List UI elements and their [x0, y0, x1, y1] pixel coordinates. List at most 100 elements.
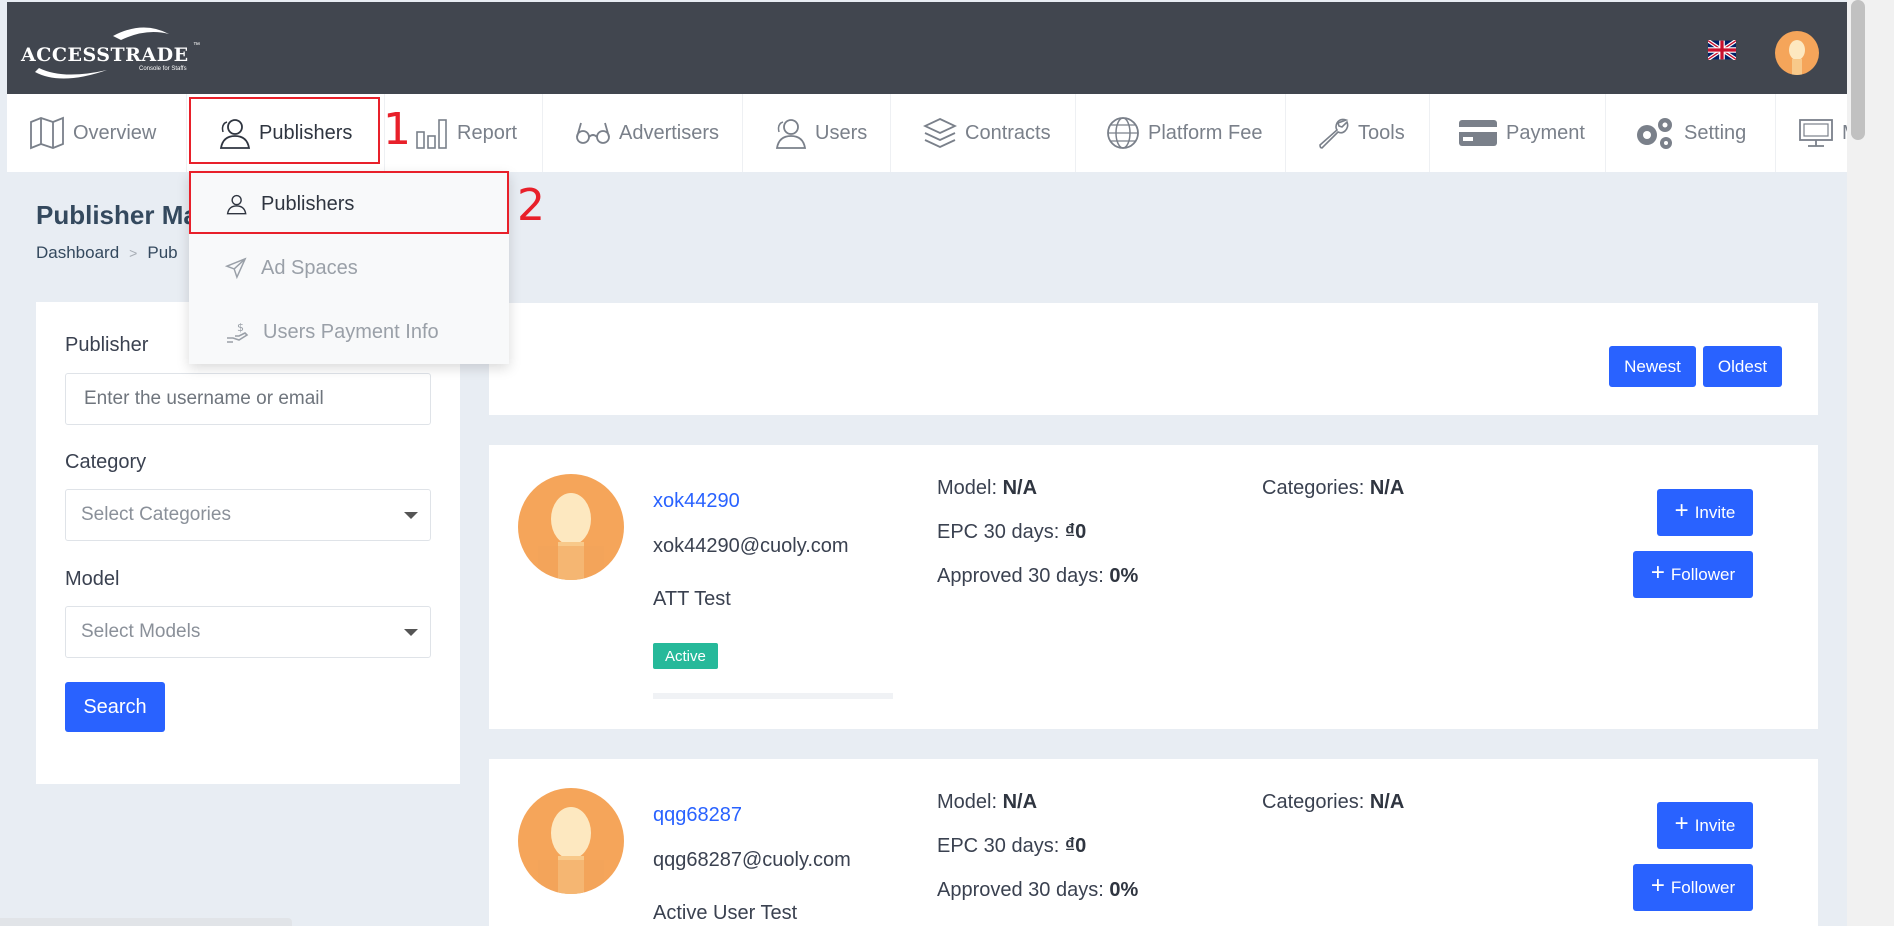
nav-label-users: Users	[815, 121, 868, 144]
annotation-number-2: 2	[517, 180, 545, 231]
model-info: Model: N/A	[937, 791, 1037, 814]
sort-bar: Newest Oldest	[489, 303, 1818, 415]
model-select[interactable]: Select Models	[65, 606, 431, 658]
avatar-person-icon	[538, 807, 604, 894]
publisher-name: ATT Test	[653, 588, 731, 610]
avatar-person-icon	[1789, 40, 1805, 75]
model-info: Model: N/A	[937, 477, 1037, 500]
annotation-box-1	[189, 97, 380, 164]
sort-oldest-button[interactable]: Oldest	[1703, 346, 1782, 387]
approved-value: 0%	[1109, 565, 1139, 587]
plus-icon: +	[1650, 559, 1665, 586]
plus-icon: +	[1650, 872, 1665, 899]
plus-icon: +	[1674, 810, 1689, 837]
publisher-avatar	[518, 474, 624, 580]
user-avatar[interactable]	[1775, 31, 1819, 75]
categories-info: Categories: N/A	[1262, 791, 1404, 814]
nav-item-platform-fee[interactable]: Platform Fee	[1076, 94, 1286, 172]
layers-icon	[923, 118, 957, 148]
publisher-username-link[interactable]: xok44290	[653, 490, 740, 513]
epc-key: EPC 30 days:	[937, 521, 1060, 543]
dropdown-label-ad-spaces: Ad Spaces	[261, 256, 358, 279]
publisher-email: qqg68287@cuoly.com	[653, 849, 851, 871]
caret-down-icon	[404, 512, 418, 519]
follower-label: Follower	[1670, 564, 1736, 584]
publisher-email: xok44290@cuoly.com	[653, 535, 849, 557]
publisher-card: qqg68287 qqg68287@cuoly.com Active User …	[489, 759, 1818, 926]
model-key: Model:	[937, 477, 998, 499]
model-label: Model	[65, 568, 120, 590]
accesstrade-logo[interactable]: ACCESSTRADE ™ Console for Staffs	[21, 20, 211, 82]
epc-value: ₫0	[1064, 835, 1087, 857]
approved-key: Approved 30 days:	[937, 565, 1104, 587]
publisher-username-link[interactable]: qqg68287	[653, 804, 742, 827]
nav-label-payment: Payment	[1506, 121, 1585, 144]
category-select[interactable]: Select Categories	[65, 489, 431, 541]
invite-label: Invite	[1694, 502, 1736, 522]
dropdown-item-ad-spaces[interactable]: Ad Spaces	[189, 236, 509, 300]
publisher-avatar	[518, 788, 624, 894]
epc-info: EPC 30 days: ₫0	[937, 835, 1086, 858]
credit-card-icon	[1459, 120, 1497, 146]
paper-plane-icon	[225, 257, 247, 279]
bar-chart-icon	[416, 119, 447, 149]
approved-info: Approved 30 days: 0%	[937, 565, 1138, 588]
approved-info: Approved 30 days: 0%	[937, 879, 1138, 902]
dropdown-item-users-payment-info[interactable]: $ Users Payment Info	[189, 300, 509, 364]
scrollbar-thumb[interactable]	[1851, 0, 1865, 140]
monitor-icon	[1799, 119, 1833, 147]
categories-key: Categories:	[1262, 791, 1365, 813]
publisher-name: Active User Test	[653, 902, 798, 924]
nav-item-payment[interactable]: Payment	[1430, 94, 1606, 172]
hand-dollar-icon: $	[227, 321, 249, 343]
map-icon	[30, 116, 64, 150]
status-badge: Active	[653, 643, 718, 669]
publisher-search-input[interactable]: Enter the username or email	[65, 373, 431, 425]
nav-item-more[interactable]: M	[1776, 94, 1847, 172]
nav-item-advertisers[interactable]: Advertisers	[543, 94, 743, 172]
logo-text: ACCESSTRADE	[21, 44, 189, 66]
uk-flag-icon[interactable]	[1708, 40, 1736, 60]
follower-button[interactable]: + Follower	[1633, 551, 1753, 598]
model-select-value: Select Models	[81, 621, 201, 642]
follower-label: Follower	[1670, 877, 1736, 897]
annotation-number-1: 1	[383, 104, 411, 155]
publisher-card: xok44290 xok44290@cuoly.com ATT Test Act…	[489, 445, 1818, 729]
globe-icon	[1107, 117, 1139, 149]
logo-subtitle: Console for Staffs	[139, 66, 187, 72]
sort-newest-button[interactable]: Newest	[1609, 346, 1696, 387]
page-title: Publisher Ma	[36, 200, 198, 230]
breadcrumb-publishers: Pub	[147, 243, 178, 262]
nav-label-tools: Tools	[1358, 121, 1405, 144]
nav-item-users[interactable]: Users	[743, 94, 891, 172]
nav-label-setting: Setting	[1684, 121, 1747, 144]
category-label: Category	[65, 451, 147, 473]
nav-item-contracts[interactable]: Contracts	[891, 94, 1076, 172]
nav-item-setting[interactable]: Setting	[1606, 94, 1776, 172]
search-button[interactable]: Search	[65, 682, 165, 732]
svg-text:$: $	[237, 321, 244, 334]
categories-info: Categories: N/A	[1262, 477, 1404, 500]
progress-bar	[653, 693, 893, 699]
nav-item-tools[interactable]: Tools	[1286, 94, 1430, 172]
caret-down-icon	[404, 629, 418, 636]
category-select-value: Select Categories	[81, 504, 231, 525]
nav-item-overview[interactable]: Overview	[7, 94, 187, 172]
invite-button[interactable]: + Invite	[1657, 489, 1753, 536]
breadcrumb-dashboard[interactable]: Dashboard	[36, 243, 119, 263]
publisher-label: Publisher	[65, 334, 149, 356]
categories-key: Categories:	[1262, 477, 1365, 499]
follower-button[interactable]: + Follower	[1633, 864, 1753, 911]
invite-button[interactable]: + Invite	[1657, 802, 1753, 849]
nav-label-overview: Overview	[73, 121, 157, 144]
model-key: Model:	[937, 791, 998, 813]
nav-label-contracts: Contracts	[965, 121, 1051, 144]
nav-label-report: Report	[457, 121, 518, 144]
nav-label-more: M	[1842, 122, 1847, 145]
model-value: N/A	[1002, 791, 1038, 813]
epc-key: EPC 30 days:	[937, 835, 1060, 857]
breadcrumb: Dashboard > Pub	[36, 243, 178, 263]
approved-value: 0%	[1109, 879, 1139, 901]
invite-label: Invite	[1694, 815, 1736, 835]
categories-value: N/A	[1369, 477, 1405, 499]
